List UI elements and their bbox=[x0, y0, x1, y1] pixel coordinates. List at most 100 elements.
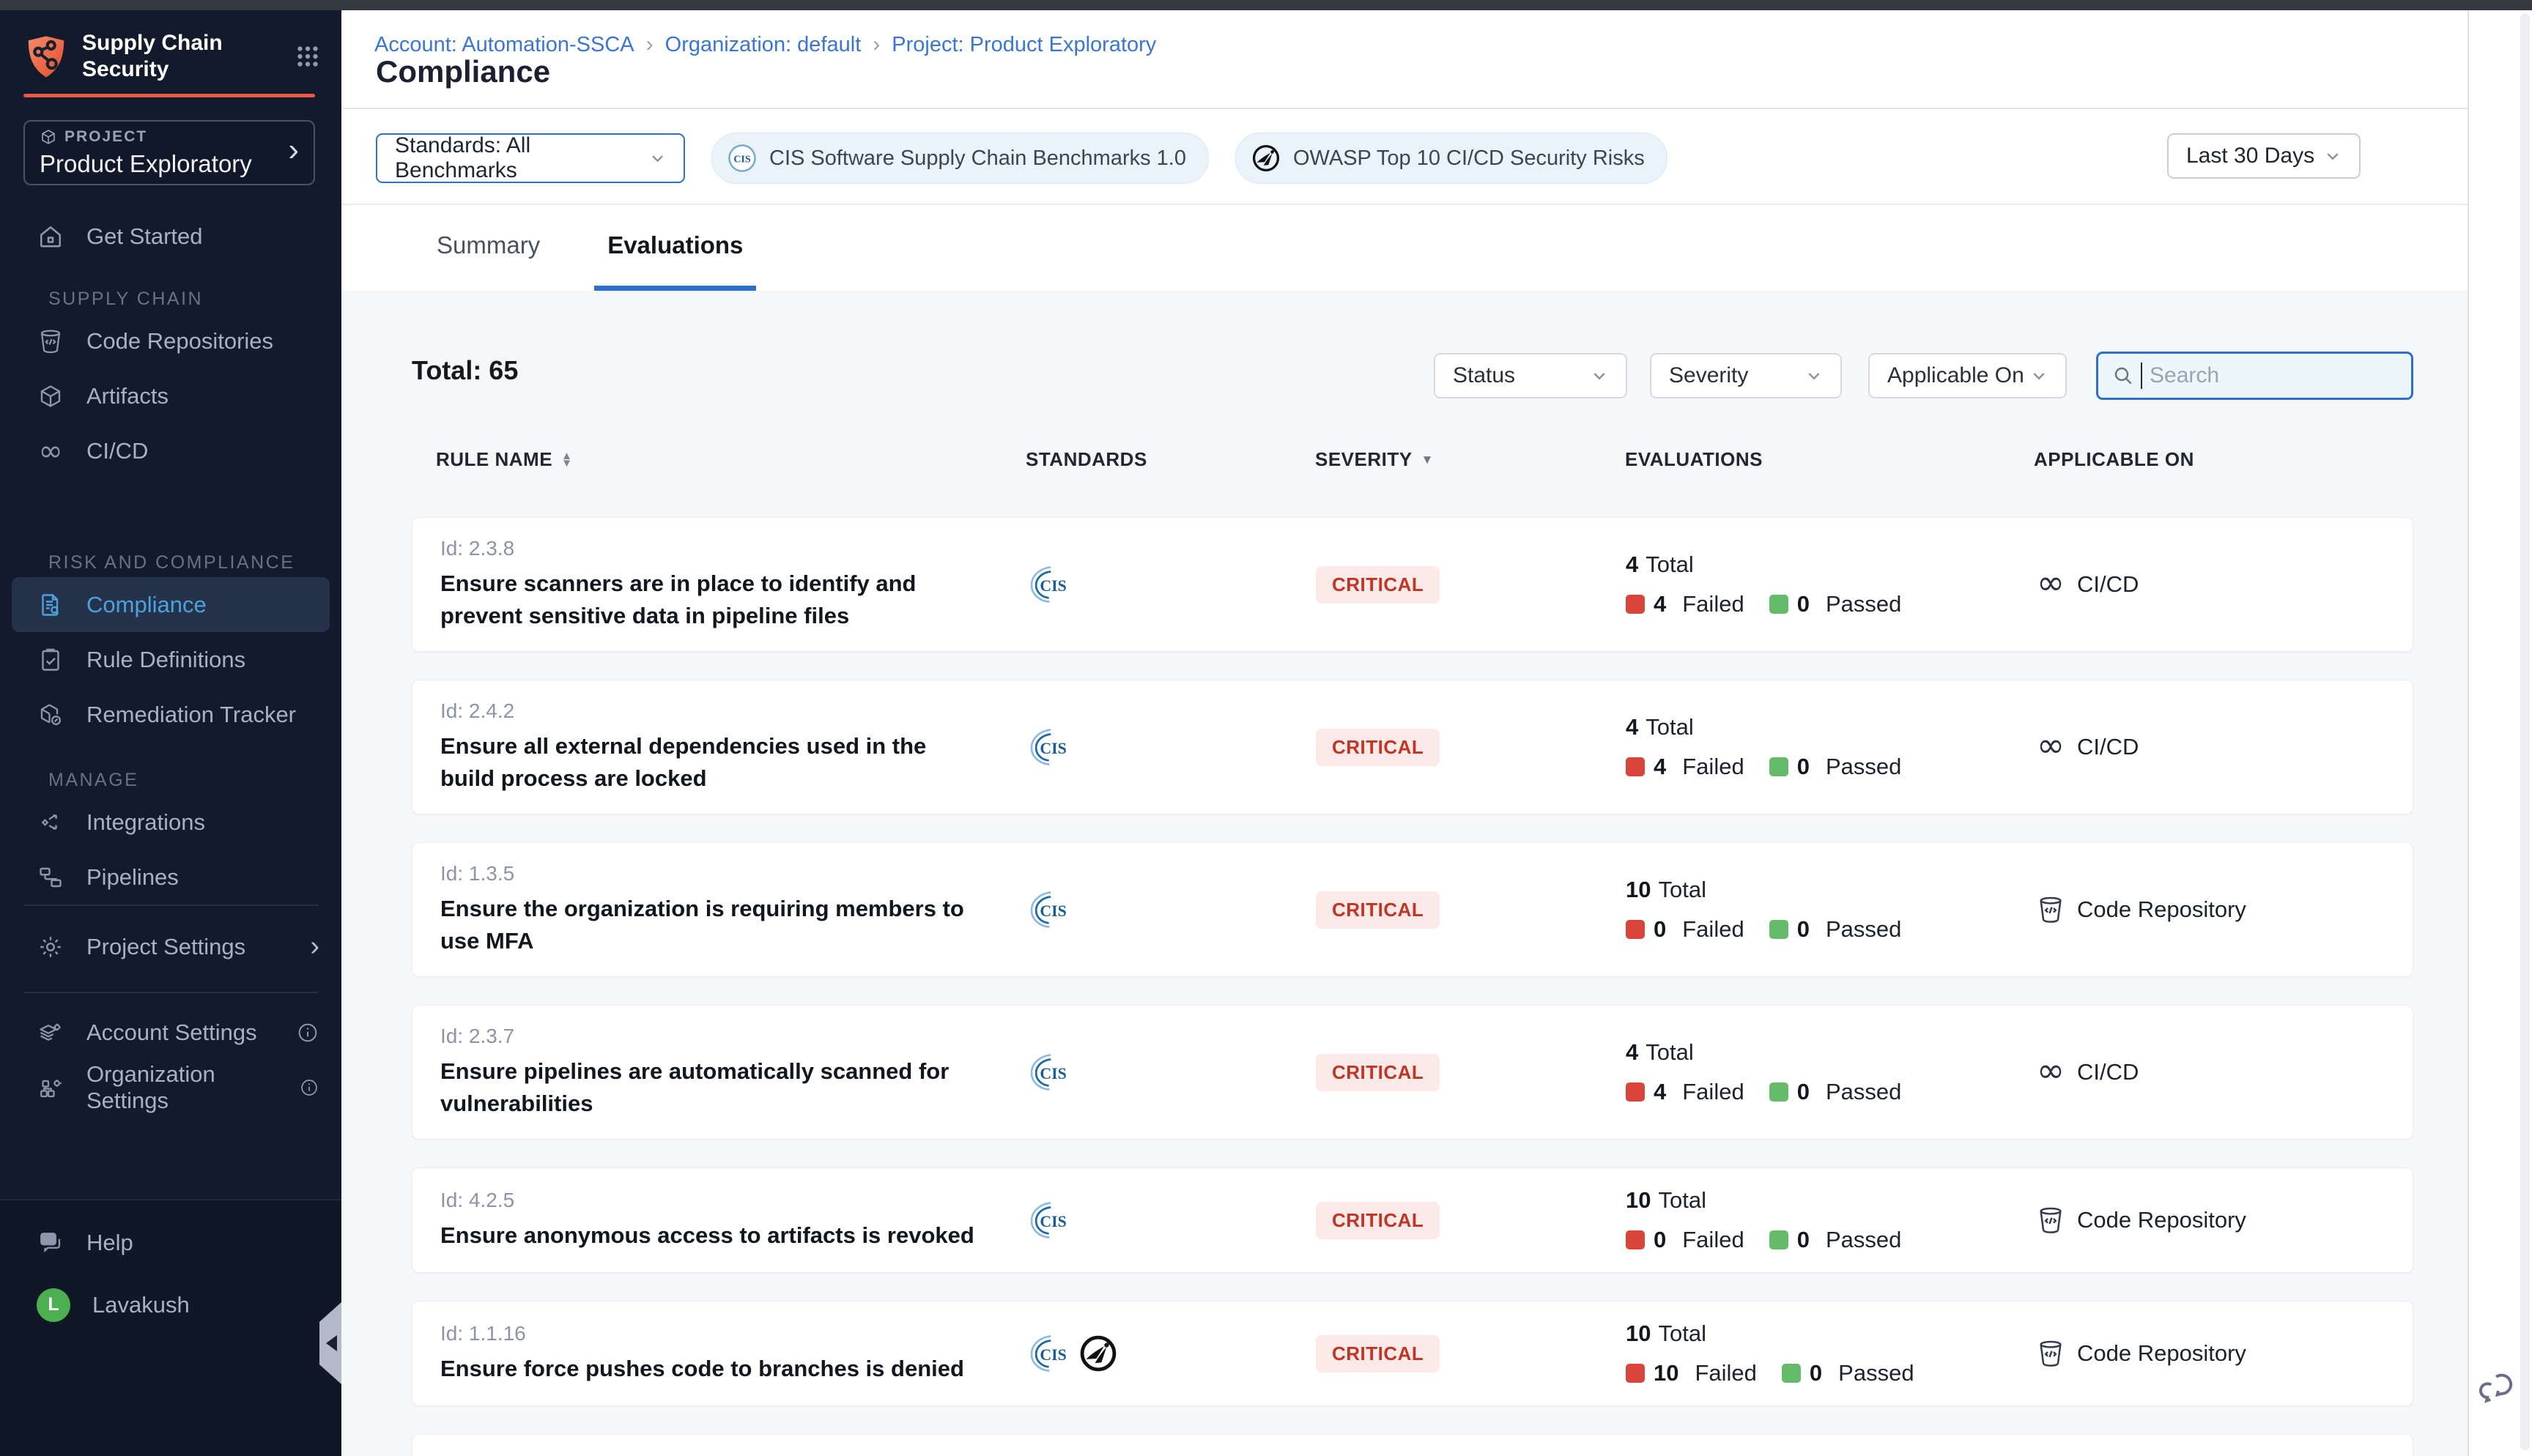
search-box bbox=[2096, 352, 2413, 400]
evaluations-cell: 4Total 4Failed 0Passed bbox=[1626, 714, 2035, 780]
evaluations-panel: Total: 65 Status Severity Applicable On bbox=[341, 291, 2468, 1456]
chip-label: CIS Software Supply Chain Benchmarks 1.0 bbox=[769, 146, 1186, 171]
avatar: L bbox=[37, 1288, 70, 1322]
user-menu[interactable]: L Lavakush bbox=[0, 1277, 341, 1332]
severity-filter-label: Severity bbox=[1669, 363, 1748, 388]
tab-evaluations[interactable]: Evaluations bbox=[594, 205, 756, 291]
evaluations-cell: 10Total 10Failed 0Passed bbox=[1626, 1321, 2035, 1386]
svg-text:CIS: CIS bbox=[1040, 577, 1066, 595]
rule-definitions-icon bbox=[37, 646, 64, 674]
status-filter-dropdown[interactable]: Status bbox=[1434, 353, 1627, 398]
cis-logo-icon: CIS bbox=[1026, 564, 1067, 605]
app-switcher-grid-icon[interactable] bbox=[295, 43, 321, 70]
passed-indicator-icon bbox=[1782, 1364, 1801, 1383]
cicd-icon: ∞ bbox=[2035, 1055, 2067, 1089]
rule-name: Ensure the organization is requiring mem… bbox=[440, 893, 986, 957]
rule-id: Id: 1.3.5 bbox=[440, 862, 1026, 885]
eval-total-label: Total bbox=[1658, 877, 1706, 902]
search-input[interactable] bbox=[2148, 363, 2398, 389]
sidebar-divider bbox=[23, 992, 318, 993]
sidebar-item-compliance[interactable]: Compliance bbox=[12, 577, 330, 632]
chip-label: OWASP Top 10 CI/CD Security Risks bbox=[1293, 146, 1645, 171]
eval-passed-label: Passed bbox=[1838, 1360, 1914, 1386]
applicable-label: Code Repository bbox=[2077, 1340, 2246, 1367]
column-header-rule-name[interactable]: RULE NAME ▲▼ bbox=[412, 448, 1026, 471]
standards-cell: CIS bbox=[1026, 1052, 1316, 1093]
standards-cell: CIS bbox=[1026, 889, 1316, 930]
chevron-left-icon bbox=[326, 1335, 337, 1351]
cis-logo-icon: CIS bbox=[727, 143, 758, 174]
failed-indicator-icon bbox=[1626, 1082, 1645, 1102]
eval-failed-number: 10 bbox=[1654, 1360, 1678, 1386]
eval-total-number: 4 bbox=[1626, 551, 1638, 577]
rule-name: Ensure all external dependencies used in… bbox=[440, 730, 986, 795]
right-rail bbox=[2468, 10, 2532, 1456]
sidebar-item-pipelines[interactable]: Pipelines bbox=[0, 850, 341, 905]
project-eyebrow: PROJECT bbox=[64, 128, 147, 146]
artifacts-icon bbox=[37, 382, 64, 410]
sidebar-item-cicd[interactable]: ∞ CI/CD bbox=[0, 423, 341, 478]
table-row[interactable]: Id: 2.3.8 Ensure scanners are in place t… bbox=[412, 517, 2413, 652]
eval-failed-label: Failed bbox=[1682, 1227, 1744, 1253]
sidebar-item-account-settings[interactable]: Account Settings bbox=[0, 1005, 341, 1060]
eval-failed-number: 4 bbox=[1654, 754, 1666, 780]
chip-cis-benchmark[interactable]: CIS CIS Software Supply Chain Benchmarks… bbox=[711, 133, 1209, 184]
table-header: RULE NAME ▲▼ STANDARDS SEVERITY ▼ EVALUA… bbox=[412, 448, 2413, 471]
applicable-on-filter-dropdown[interactable]: Applicable On bbox=[1868, 353, 2067, 398]
home-icon bbox=[37, 223, 64, 250]
sidebar-item-remediation-tracker[interactable]: Remediation Tracker bbox=[0, 687, 341, 742]
passed-indicator-icon bbox=[1769, 595, 1788, 614]
table-row[interactable]: Id: 2.3.7 Ensure pipelines are automatic… bbox=[412, 1005, 2413, 1140]
eval-passed-label: Passed bbox=[1826, 754, 1901, 780]
severity-filter-dropdown[interactable]: Severity bbox=[1650, 353, 1842, 398]
rule-id: Id: 2.3.8 bbox=[440, 537, 1026, 560]
standards-dropdown[interactable]: Standards: All Benchmarks bbox=[376, 133, 685, 183]
rule-id: Id: 2.3.7 bbox=[440, 1025, 1026, 1048]
chip-owasp-top10[interactable]: OWASP Top 10 CI/CD Security Risks bbox=[1235, 133, 1667, 184]
severity-badge: CRITICAL bbox=[1316, 1202, 1440, 1239]
breadcrumb-account-link[interactable]: Account: Automation-SSCA bbox=[374, 33, 634, 57]
date-range-dropdown[interactable]: Last 30 Days bbox=[2167, 133, 2361, 179]
table-row[interactable]: Id: 1.1.17 Ensure branch deletions are d… bbox=[412, 1434, 2413, 1456]
chevron-down-icon bbox=[1591, 367, 1608, 385]
breadcrumb-project-link[interactable]: Project: Product Exploratory bbox=[892, 33, 1156, 57]
table-row[interactable]: Id: 1.3.5 Ensure the organization is req… bbox=[412, 842, 2413, 977]
brand-shield-icon bbox=[23, 34, 69, 80]
breadcrumb-organization-link[interactable]: Organization: default bbox=[665, 33, 862, 57]
chevron-down-icon bbox=[2030, 367, 2048, 385]
sidebar-item-help[interactable]: ? Help bbox=[0, 1215, 341, 1270]
column-header-applicable-on: APPLICABLE ON bbox=[2034, 448, 2413, 471]
sidebar-item-project-settings[interactable]: Project Settings › bbox=[0, 919, 341, 974]
failed-indicator-icon bbox=[1626, 920, 1645, 939]
table-row[interactable]: Id: 2.4.2 Ensure all external dependenci… bbox=[412, 680, 2413, 814]
sidebar-item-organization-settings[interactable]: Organization Settings bbox=[0, 1060, 341, 1115]
project-selector[interactable]: PROJECT Product Exploratory › bbox=[23, 120, 315, 185]
cicd-icon: ∞ bbox=[2035, 730, 2067, 764]
filter-bar: Standards: All Benchmarks CIS CIS Softwa… bbox=[376, 133, 1667, 183]
eval-failed-label: Failed bbox=[1682, 1079, 1744, 1105]
sidebar-item-integrations[interactable]: Integrations bbox=[0, 795, 341, 850]
svg-text:CIS: CIS bbox=[1040, 1065, 1066, 1082]
scrollbar[interactable] bbox=[2520, 13, 2530, 1450]
applicable-label: CI/CD bbox=[2077, 571, 2139, 598]
sidebar-item-code-repositories[interactable]: Code Repositories bbox=[0, 313, 341, 368]
cis-logo-icon: CIS bbox=[1026, 889, 1067, 930]
app-root: Supply Chain Security PROJECT Product Ex… bbox=[0, 0, 2532, 1456]
page-title: Compliance bbox=[376, 54, 550, 89]
tabs: Summary Evaluations bbox=[341, 205, 2468, 291]
support-chat-icon[interactable] bbox=[2478, 1367, 2519, 1408]
tab-summary[interactable]: Summary bbox=[423, 205, 553, 291]
eval-passed-number: 0 bbox=[1797, 916, 1810, 943]
cis-logo-icon: CIS bbox=[1026, 1200, 1067, 1241]
account-settings-icon bbox=[37, 1019, 64, 1047]
applicable-label: Code Repository bbox=[2077, 896, 2246, 923]
sidebar-item-rule-definitions[interactable]: Rule Definitions bbox=[0, 632, 341, 687]
sidebar-item-get-started[interactable]: Get Started bbox=[0, 209, 341, 264]
header-divider bbox=[341, 108, 2468, 109]
svg-text:CIS: CIS bbox=[733, 154, 751, 165]
column-header-severity[interactable]: SEVERITY ▼ bbox=[1315, 448, 1625, 471]
evaluations-cell: 10Total 0Failed 0Passed bbox=[1626, 877, 2035, 943]
sidebar-item-artifacts[interactable]: Artifacts bbox=[0, 368, 341, 423]
table-row[interactable]: Id: 1.1.16 Ensure force pushes code to b… bbox=[412, 1301, 2413, 1406]
table-row[interactable]: Id: 4.2.5 Ensure anonymous access to art… bbox=[412, 1167, 2413, 1273]
